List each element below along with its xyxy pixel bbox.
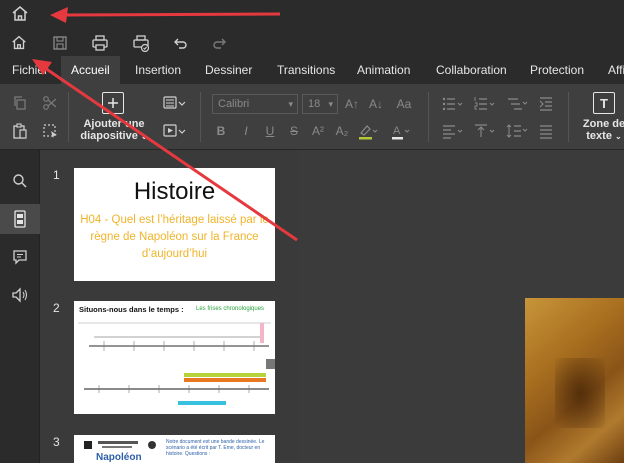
- select-all-icon[interactable]: [40, 121, 60, 141]
- italic-button[interactable]: I: [237, 121, 255, 141]
- tab-affichage[interactable]: Affichage: [608, 56, 624, 84]
- slide-thumbnail[interactable]: Situons-nous dans le temps : Les frises …: [74, 301, 275, 414]
- slide-thumbnail[interactable]: Napoléon Notre document est une bande de…: [74, 435, 275, 463]
- add-slide-button[interactable]: Ajouter une diapositive ⌄: [76, 118, 152, 143]
- ribbon-separator: [68, 92, 69, 142]
- start-slideshow-icon[interactable]: [162, 121, 188, 141]
- underline-button[interactable]: U: [261, 121, 279, 141]
- font-family-value: Calibri: [218, 98, 250, 110]
- save-icon[interactable]: [49, 32, 71, 54]
- slide-thumbnails-panel: 1 Histoire H04 - Quel est l’héritage lai…: [40, 150, 298, 463]
- slides-panel-icon[interactable]: [0, 204, 40, 234]
- svg-text:A: A: [393, 125, 401, 137]
- home-icon[interactable]: [8, 32, 30, 54]
- line-spacing-icon[interactable]: [505, 121, 529, 141]
- slide-canvas[interactable]: [298, 150, 624, 463]
- quick-print-icon[interactable]: [130, 32, 152, 54]
- add-slide-label: Ajouter une diapositive: [80, 118, 145, 142]
- tab-animation[interactable]: Animation: [357, 56, 410, 84]
- ribbon-separator: [568, 92, 569, 142]
- text-box-icon[interactable]: T: [593, 92, 615, 114]
- font-color-icon[interactable]: A: [389, 121, 413, 141]
- bullet-list-icon[interactable]: [440, 94, 466, 114]
- numbered-list-icon[interactable]: [472, 94, 498, 114]
- tab-collaboration[interactable]: Collaboration: [436, 56, 507, 84]
- slide-text: Notre document est une bande dessinée. L…: [166, 439, 265, 457]
- superscript-button[interactable]: A²: [309, 121, 327, 141]
- tab-accueil[interactable]: Accueil: [61, 56, 120, 84]
- tab-insertion[interactable]: Insertion: [135, 56, 181, 84]
- tab-dessiner[interactable]: Dessiner: [205, 56, 252, 84]
- current-slide-image: [525, 298, 624, 463]
- multilevel-list-icon[interactable]: [505, 94, 529, 114]
- speaker-icon[interactable]: [0, 280, 40, 310]
- text-box-glyph: T: [600, 95, 608, 111]
- timeline-graphic: [78, 322, 275, 405]
- copy-icon[interactable]: [10, 93, 30, 113]
- subscript-button[interactable]: A₂: [333, 121, 351, 141]
- add-slide-icon[interactable]: [102, 92, 124, 114]
- tab-transitions[interactable]: Transitions: [277, 56, 335, 84]
- layout-icon[interactable]: [162, 93, 188, 113]
- font-size-value: 18: [308, 98, 321, 110]
- ribbon-accueil: Ajouter une diapositive ⌄ Calibri ▾ 18 ▾…: [0, 84, 624, 150]
- undo-icon[interactable]: [169, 32, 191, 54]
- shrink-font-button[interactable]: A↓: [366, 94, 386, 114]
- print-icon[interactable]: [89, 32, 111, 54]
- slide-number: 2: [53, 301, 60, 315]
- grow-font-button[interactable]: A↑: [342, 94, 362, 114]
- chevron-down-icon: ⌄: [615, 132, 622, 141]
- highlight-icon[interactable]: [356, 121, 380, 141]
- ribbon-separator: [428, 92, 429, 142]
- bold-button[interactable]: B: [212, 121, 230, 141]
- slide-thumbnail[interactable]: Histoire H04 - Quel est l’héritage laiss…: [74, 168, 275, 281]
- slide-number: 3: [53, 435, 60, 449]
- left-rail: [0, 150, 40, 463]
- ribbon-separator: [200, 92, 201, 142]
- indent-icon[interactable]: [536, 94, 556, 114]
- slide-number: 1: [53, 168, 60, 182]
- justify-icon[interactable]: [536, 121, 556, 141]
- comments-icon[interactable]: [0, 242, 40, 272]
- presentation-editor: Fichier Accueil Insertion Dessiner Trans…: [0, 0, 624, 463]
- change-case-button[interactable]: Aa: [391, 94, 417, 114]
- slide-subtitle: H04 - Quel est l’héritage laissé par le …: [80, 214, 269, 260]
- chevron-down-icon: ▾: [288, 99, 293, 109]
- tab-protection[interactable]: Protection: [530, 56, 584, 84]
- chevron-down-icon: ⌄: [140, 132, 148, 141]
- redo-icon[interactable]: [209, 32, 231, 54]
- paste-icon[interactable]: [10, 121, 30, 141]
- top-strip: [0, 0, 624, 30]
- slide-title: Napoléon: [96, 452, 142, 463]
- font-size-select[interactable]: 18 ▾: [302, 94, 338, 114]
- slide-image-shade: [555, 358, 605, 428]
- align-left-icon[interactable]: [440, 121, 466, 141]
- font-family-select[interactable]: Calibri ▾: [212, 94, 298, 114]
- vertical-align-icon[interactable]: [472, 121, 498, 141]
- cut-icon[interactable]: [40, 93, 60, 113]
- quick-access-toolbar: [0, 30, 624, 56]
- text-box-button[interactable]: Zone de texte ⌄: [579, 118, 624, 143]
- tab-fichier[interactable]: Fichier: [12, 56, 48, 84]
- chevron-down-icon: ▾: [328, 99, 333, 109]
- home-icon[interactable]: [10, 4, 30, 24]
- strikethrough-button[interactable]: S: [285, 121, 303, 141]
- ribbon-tabs: Fichier Accueil Insertion Dessiner Trans…: [0, 56, 624, 84]
- slide-title: Histoire: [133, 178, 216, 205]
- search-icon[interactable]: [0, 166, 40, 196]
